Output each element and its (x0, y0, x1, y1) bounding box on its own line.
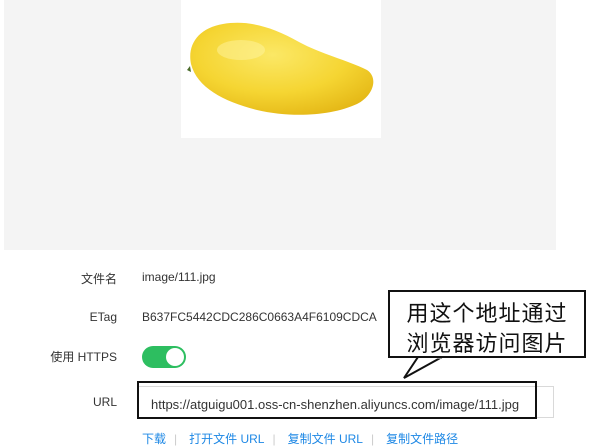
copy-path-link[interactable]: 复制文件路径 (386, 432, 458, 446)
url-label: URL (92, 395, 117, 409)
separator: | (272, 432, 276, 446)
mango-image (181, 0, 381, 138)
etag-value: B637FC5442CDC286C0663A4F6109CDCA (142, 310, 377, 324)
url-value[interactable]: https://atguigu001.oss-cn-shenzhen.aliyu… (151, 397, 519, 412)
toggle-knob (166, 348, 184, 366)
open-url-link[interactable]: 打开文件 URL (189, 432, 264, 446)
callout-line-1: 用这个地址通过 (406, 302, 568, 327)
https-toggle[interactable] (142, 346, 186, 368)
separator: | (370, 432, 375, 446)
action-links: 下载 | 打开文件 URL | 复制文件 URL | 复制文件路径 (142, 430, 458, 447)
callout-line-2: 浏览器访问图片 (406, 332, 568, 357)
separator: | (174, 432, 178, 446)
etag-label: ETag (89, 310, 117, 324)
annotation-callout: 用这个地址通过 浏览器访问图片 (388, 290, 586, 358)
download-link[interactable]: 下载 (142, 432, 166, 446)
https-label: 使用 HTTPS (50, 350, 117, 364)
filename-label: 文件名 (80, 272, 117, 286)
filename-value: image/111.jpg (142, 270, 216, 284)
copy-url-link[interactable]: 复制文件 URL (288, 432, 363, 446)
